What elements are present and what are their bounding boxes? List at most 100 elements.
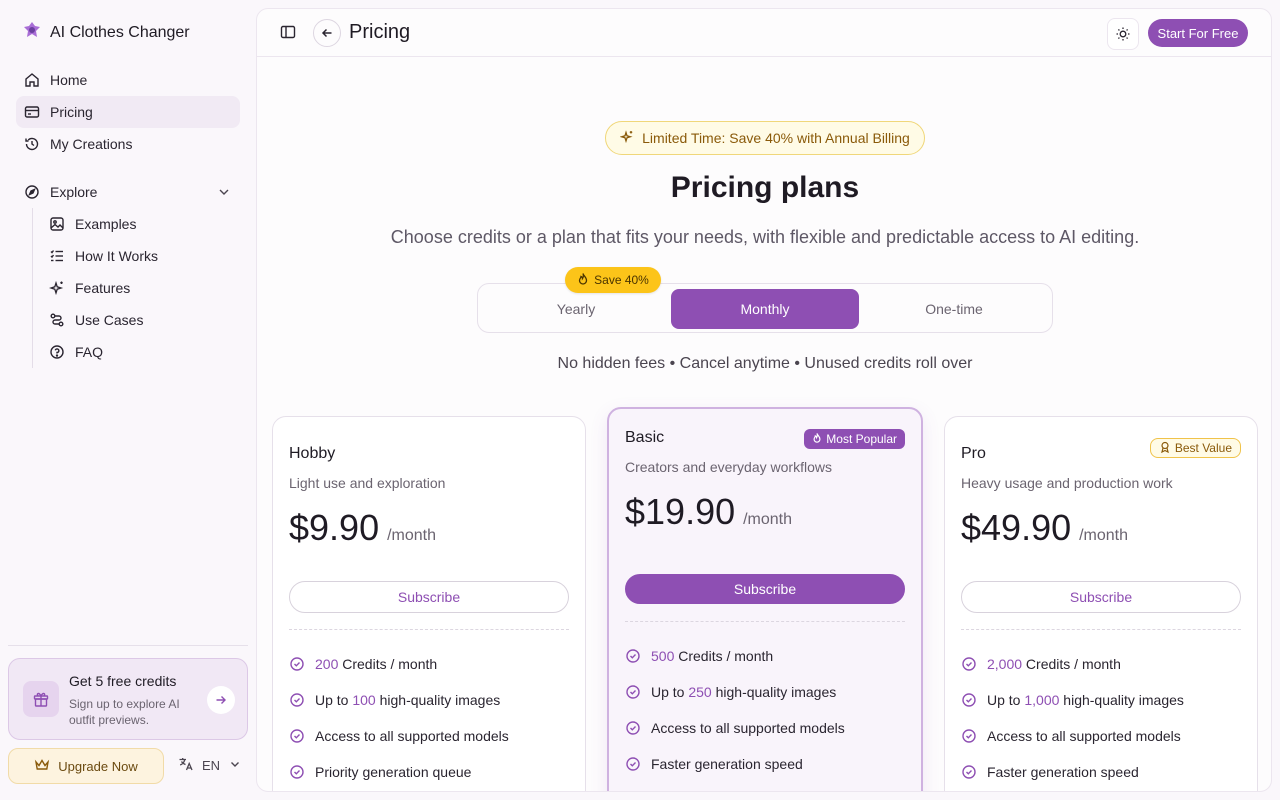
sidebar-item-home[interactable]: Home <box>16 64 240 96</box>
divider <box>625 621 905 622</box>
feature-item: Priority generation queue <box>625 782 845 791</box>
feature-text-hl: 250 <box>688 684 712 700</box>
billing-toggle: Yearly Monthly One-time <box>477 283 1053 333</box>
feature-text-pre: Faster generation speed <box>987 764 1139 780</box>
price-amount: $19.90 <box>625 491 736 532</box>
top-bar: Pricing Start For Free <box>257 9 1271 57</box>
workflow-icon <box>49 312 65 328</box>
feature-text-pre: Up to <box>987 692 1025 708</box>
flame-icon <box>812 432 822 447</box>
check-circle-icon <box>289 656 305 672</box>
compass-icon <box>24 184 40 200</box>
plan-name: Hobby <box>289 445 336 462</box>
feature-item: Up to 250 high-quality images <box>625 674 845 710</box>
upgrade-now-button[interactable]: Upgrade Now <box>8 748 164 784</box>
brand[interactable]: AI Clothes Changer <box>22 20 190 45</box>
language-selector[interactable]: EN <box>178 756 242 775</box>
price-period: /month <box>1079 527 1129 544</box>
feature-text-post: Credits / month <box>338 656 438 672</box>
sidebar-nav: Home Pricing My Creations Explore Exampl… <box>16 64 240 368</box>
feature-text: 2,000 Credits / month <box>987 656 1121 672</box>
feature-text-hl: 2,000 <box>987 656 1023 672</box>
check-circle-icon <box>625 720 641 736</box>
feature-text-post: high-quality images <box>375 692 501 708</box>
sidebar-item-faq[interactable]: FAQ <box>41 336 240 368</box>
check-circle-icon <box>961 764 977 780</box>
feature-text: Access to all supported models <box>315 728 509 744</box>
plan-price: $19.90 /month <box>625 491 792 533</box>
check-circle-icon <box>289 692 305 708</box>
feature-text: Access to all supported models <box>987 728 1181 744</box>
feature-text: Priority generation queue <box>315 764 471 780</box>
price-amount: $9.90 <box>289 507 380 548</box>
badge-text: Most Popular <box>826 432 897 446</box>
tab-one-time[interactable]: One-time <box>860 289 1048 329</box>
feature-text-hl: 500 <box>651 648 675 664</box>
check-circle-icon <box>961 656 977 672</box>
check-circle-icon <box>289 764 305 780</box>
sidebar-item-label: Examples <box>75 216 137 232</box>
back-button[interactable] <box>313 19 341 47</box>
sidebar-item-my-creations[interactable]: My Creations <box>16 128 240 160</box>
feature-item: Faster generation speed <box>961 754 1184 790</box>
image-icon <box>49 216 65 232</box>
plan-card-basic: Basic Most Popular Creators and everyday… <box>607 407 923 791</box>
feature-text-pre: Up to <box>651 684 689 700</box>
subscribe-button[interactable]: Subscribe <box>961 581 1241 613</box>
sidebar-item-label: Pricing <box>50 104 93 120</box>
feature-text-pre: Priority generation queue <box>315 764 472 780</box>
feature-list: 200 Credits / month Up to 100 high-qualit… <box>289 646 509 790</box>
tab-monthly[interactable]: Monthly <box>671 289 859 329</box>
list-icon <box>49 248 65 264</box>
check-circle-icon <box>625 648 641 664</box>
award-icon <box>1159 441 1171 456</box>
page-title: Pricing <box>349 21 411 43</box>
card-icon <box>24 104 40 120</box>
plan-description: Heavy usage and production work <box>961 475 1173 491</box>
subscribe-button[interactable]: Subscribe <box>289 581 569 613</box>
chevron-down-icon <box>228 757 242 774</box>
sidebar-item-label: How It Works <box>75 248 158 264</box>
save-badge-text: Save 40% <box>594 273 649 287</box>
sidebar-item-features[interactable]: Features <box>41 272 240 304</box>
theme-toggle-button[interactable] <box>1107 18 1139 50</box>
feature-text-post: high-quality images <box>1059 692 1184 708</box>
sidebar-item-examples[interactable]: Examples <box>41 208 240 240</box>
sidebar-item-how-it-works[interactable]: How It Works <box>41 240 240 272</box>
upgrade-label: Upgrade Now <box>58 758 138 774</box>
sparkles-icon <box>49 280 65 296</box>
save-badge: Save 40% <box>565 267 661 293</box>
badge-text: Limited Time: Save 40% with Annual Billi… <box>642 130 910 146</box>
sidebar-item-use-cases[interactable]: Use Cases <box>41 304 240 336</box>
start-for-free-button[interactable]: Start For Free <box>1148 19 1248 47</box>
feature-text: Access to all supported models <box>651 720 845 736</box>
language-code: EN <box>202 758 221 773</box>
sidebar: AI Clothes Changer Home Pricing My Creat… <box>0 0 256 800</box>
price-period: /month <box>743 511 793 528</box>
sidebar-item-pricing[interactable]: Pricing <box>16 96 240 128</box>
subscribe-button[interactable]: Subscribe <box>625 574 905 604</box>
translate-icon <box>178 756 194 775</box>
sidebar-item-label: Explore <box>50 184 98 200</box>
check-circle-icon <box>625 684 641 700</box>
feature-text: Up to 1,000 high-quality images <box>987 692 1184 708</box>
feature-list: 500 Credits / month Up to 250 high-qualit… <box>625 638 845 791</box>
arrow-right-icon[interactable] <box>207 686 235 714</box>
feature-item: Up to 1,000 high-quality images <box>961 682 1184 718</box>
feature-text-pre: Up to <box>315 692 353 708</box>
feature-text: 200 Credits / month <box>315 656 437 672</box>
sidebar-toggle-icon[interactable] <box>279 23 297 46</box>
feature-text-post: Credits / month <box>674 648 774 664</box>
free-credits-card[interactable]: Get 5 free credits Sign up to explore AI… <box>8 658 248 740</box>
feature-item: Faster generation speed <box>625 746 845 782</box>
sidebar-item-label: Features <box>75 280 131 296</box>
pricing-heading: Pricing plans <box>670 171 860 204</box>
tab-yearly[interactable]: Yearly <box>482 289 670 329</box>
sidebar-item-explore[interactable]: Explore <box>16 176 240 208</box>
feature-text: Up to 100 high-quality images <box>315 692 500 708</box>
limited-time-badge: Limited Time: Save 40% with Annual Billi… <box>605 121 925 155</box>
check-circle-icon <box>961 728 977 744</box>
logo-icon <box>22 20 42 45</box>
feature-text: 500 Credits / month <box>651 648 773 664</box>
sidebar-item-label: Use Cases <box>75 312 144 328</box>
